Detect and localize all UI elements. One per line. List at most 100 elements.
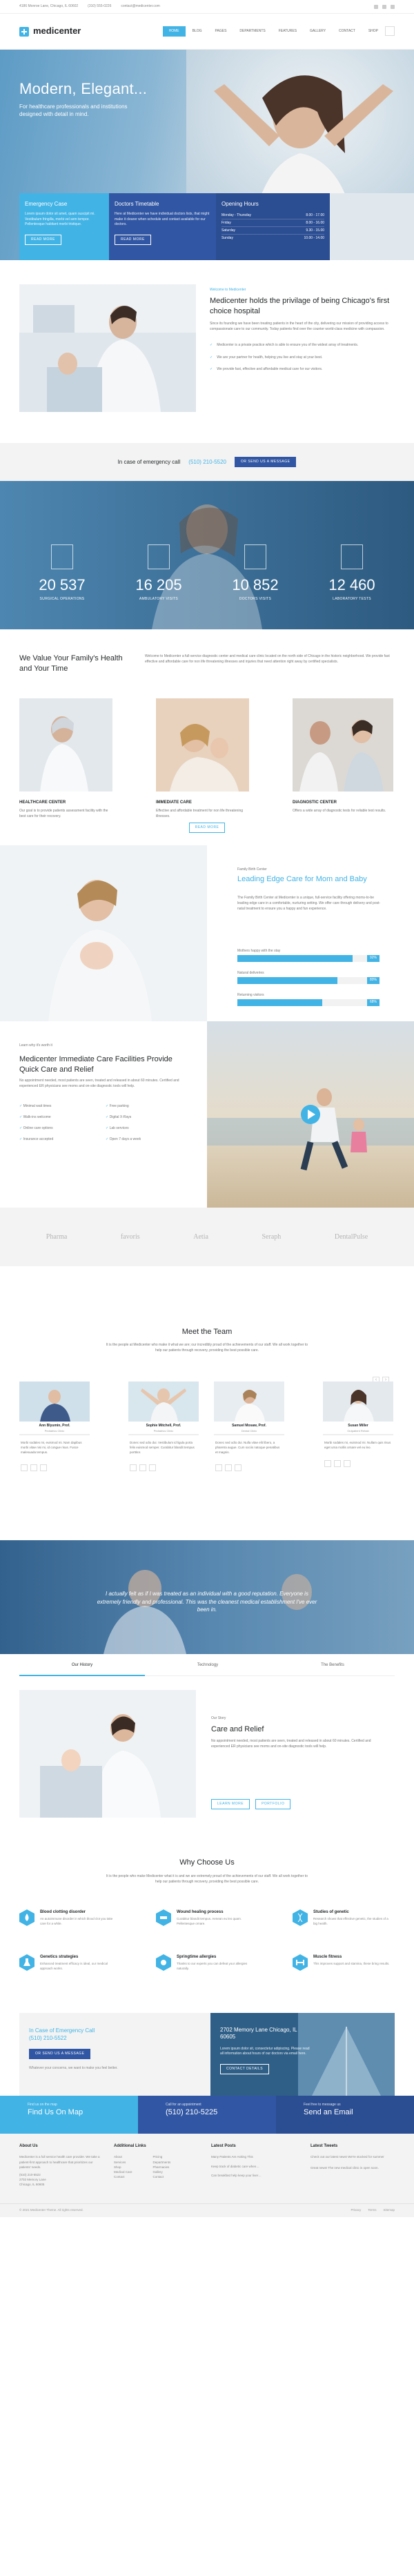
linkedin-icon[interactable] (235, 1464, 241, 1472)
read-more-button[interactable]: Read More (115, 234, 151, 245)
facebook-icon[interactable] (215, 1464, 222, 1472)
twitter-icon[interactable] (225, 1464, 232, 1472)
post-link[interactable]: Can breakfast help keep your liver… (211, 2173, 301, 2178)
card-image (19, 698, 112, 792)
footer-link[interactable]: Departments (153, 2160, 171, 2165)
read-more-button[interactable]: Read More (25, 234, 61, 245)
leading-section: Family Birth Center Leading Edge Care fo… (0, 845, 414, 1021)
linkedin-icon[interactable] (344, 1459, 351, 1467)
list-item: ✓ Free parking (106, 1104, 129, 1108)
team-member[interactable]: Ann Blyumin, Prof. Pediatrics Clinic Morb… (19, 1382, 90, 1475)
twitter-icon[interactable] (30, 1464, 37, 1472)
tab-benefits[interactable]: The Benefits (270, 1654, 395, 1676)
nav-gallery[interactable]: Gallery (304, 26, 332, 37)
running-video-image[interactable] (207, 1021, 414, 1208)
partner-logos: Pharma favoris Aetia Seraph DentalPulse (0, 1208, 414, 1266)
emergency-case-box: Emergency Case Lorem ipsum dolor sit ame… (19, 193, 109, 260)
emergency-phone[interactable]: (510) 210-5520 (188, 458, 226, 466)
features-list: ✓ Minimal wait times ✓ Free parking ✓ Wa… (19, 1104, 192, 1142)
stats-section: 20 537 Surgical Operations 16 205 Ambulato… (0, 481, 414, 629)
find-us-map-link[interactable]: Find us on the map Find Us On Map (0, 2096, 138, 2134)
footer-link[interactable]: Pharmacies (153, 2165, 171, 2170)
card-image (156, 698, 249, 792)
topbar-email[interactable]: contact@medicenter.com (121, 4, 160, 9)
facebook-icon[interactable] (374, 4, 378, 9)
team-member[interactable]: Sophie Mitchell, Prof. Pediatrics Clinic … (128, 1382, 199, 1475)
footer-link[interactable]: About (114, 2154, 132, 2159)
linkedin-icon[interactable] (40, 1464, 47, 1472)
emergency-text: In case of emergency call (117, 458, 181, 465)
contact-details-button[interactable]: Contact Details (220, 2063, 270, 2074)
stat-surgical: 20 537 Surgical Operations (34, 544, 90, 602)
twitter-icon[interactable] (139, 1464, 146, 1472)
progress-bar: 80% (237, 977, 379, 984)
feature-item: Muscle fitness This improves support and … (293, 1954, 393, 1971)
logo[interactable]: medicenter (19, 25, 81, 37)
box-title: Emergency Case (25, 201, 68, 207)
nav-shop[interactable]: Shop (362, 26, 384, 37)
nav-pages[interactable]: Pages (209, 26, 233, 37)
facebook-icon[interactable] (21, 1464, 28, 1472)
footer-link[interactable]: Privacy (351, 2208, 361, 2212)
hours-time: 8.00 - 17.00 (306, 213, 324, 218)
call-appointment-link[interactable]: Call for an appointment (510) 210-5225 (138, 2096, 276, 2134)
emergency-phone[interactable]: (510) 210-5522 (29, 2034, 201, 2042)
linkedin-icon[interactable] (149, 1464, 156, 1472)
cross-icon (19, 26, 29, 37)
card-healthcare[interactable]: Healthcare Center Our goal is to provide… (19, 698, 112, 819)
search-icon[interactable] (385, 26, 395, 36)
tabs-heading: Care and Relief (211, 1725, 264, 1733)
twitter-icon[interactable] (382, 4, 386, 9)
footer-link[interactable]: Services (114, 2160, 132, 2165)
send-message-button[interactable]: Or send us a message (29, 2049, 91, 2060)
hero-fade (330, 193, 414, 260)
twitter-icon[interactable] (334, 1459, 341, 1467)
value-heading: We Value Your Family's Health and Your T… (19, 654, 123, 673)
facebook-icon[interactable] (130, 1464, 137, 1472)
team-member[interactable]: Samuel Mosaw, Prof. Dental Clinic Donec s… (214, 1382, 284, 1475)
immediate-text: No appointment needed, most patients are… (19, 1079, 179, 1088)
portfolio-button[interactable]: Portfolio (255, 1799, 291, 1809)
flask-icon (19, 1954, 34, 1971)
send-email-link[interactable]: Feel free to message us Send an Email (276, 2096, 414, 2134)
tab-technology[interactable]: Technology (145, 1654, 270, 1676)
footer-link[interactable]: Contact (153, 2174, 171, 2179)
tweet: Check out our latest news! We're stocked… (310, 2155, 384, 2159)
member-photo (323, 1382, 393, 1422)
learn-more-button[interactable]: Learn More (211, 1799, 250, 1809)
stat-doctors: 10 852 Doctors Visits (228, 544, 283, 602)
card-diagnostic[interactable]: Diagnostic Center Offers a wide array of… (293, 698, 393, 814)
box-title: Doctors Timetable (115, 201, 159, 207)
tab-our-history[interactable]: Our History (19, 1654, 145, 1676)
topbar-phone[interactable]: (310) 555-0226 (88, 4, 111, 9)
nav-blog[interactable]: Blog (186, 26, 208, 37)
post-link[interactable]: Many Patients Are Asking This (211, 2154, 301, 2159)
card-immediate-care[interactable]: Immediate Care Effective and affordable … (156, 698, 249, 819)
card-text: Offers a wide array of diagnostic tests … (293, 809, 386, 814)
tweet: Great news! The new medical clinic is op… (310, 2165, 379, 2170)
progress-value: 80% (366, 977, 379, 984)
footer-link[interactable]: Gallery (153, 2170, 171, 2174)
nav-home[interactable]: Home (162, 26, 186, 37)
send-message-button[interactable]: Or send us a message (235, 457, 297, 467)
team-member[interactable]: Susan Miller Outpatient Rehab Morbi sodal… (323, 1382, 393, 1471)
post-link[interactable]: Keep track of diabetic care when… (211, 2164, 301, 2169)
google-plus-icon[interactable] (391, 4, 395, 9)
footer-link[interactable]: Medical Care (114, 2170, 132, 2174)
list-item: ✓ Lab services (106, 1126, 129, 1130)
nav-departments[interactable]: Departments (233, 26, 271, 37)
topbar-address: 4186 Monroe Lane, Chicago, IL 60602 (19, 4, 79, 8)
footer-about: About Us Medicenter is a full service he… (19, 2144, 100, 2187)
footer-link[interactable]: Pricing (153, 2154, 171, 2159)
nav-features[interactable]: Features (273, 26, 303, 37)
read-more-button[interactable]: Read More (188, 823, 226, 833)
nav-contact[interactable]: Contact (333, 26, 362, 37)
footer-link[interactable]: Terms (368, 2208, 376, 2212)
list-item: ✓ Open 7 days a week (106, 1137, 141, 1141)
footer-link[interactable]: Shop (114, 2165, 132, 2170)
copyright-bar: © 2021 Medicenter Theme. All rights rese… (0, 2203, 414, 2217)
emergency-bar: In case of emergency call (510) 210-5520… (0, 443, 414, 481)
footer-link[interactable]: Contact (114, 2174, 132, 2179)
facebook-icon[interactable] (324, 1459, 331, 1467)
footer-link[interactable]: Sitemap (383, 2208, 395, 2212)
